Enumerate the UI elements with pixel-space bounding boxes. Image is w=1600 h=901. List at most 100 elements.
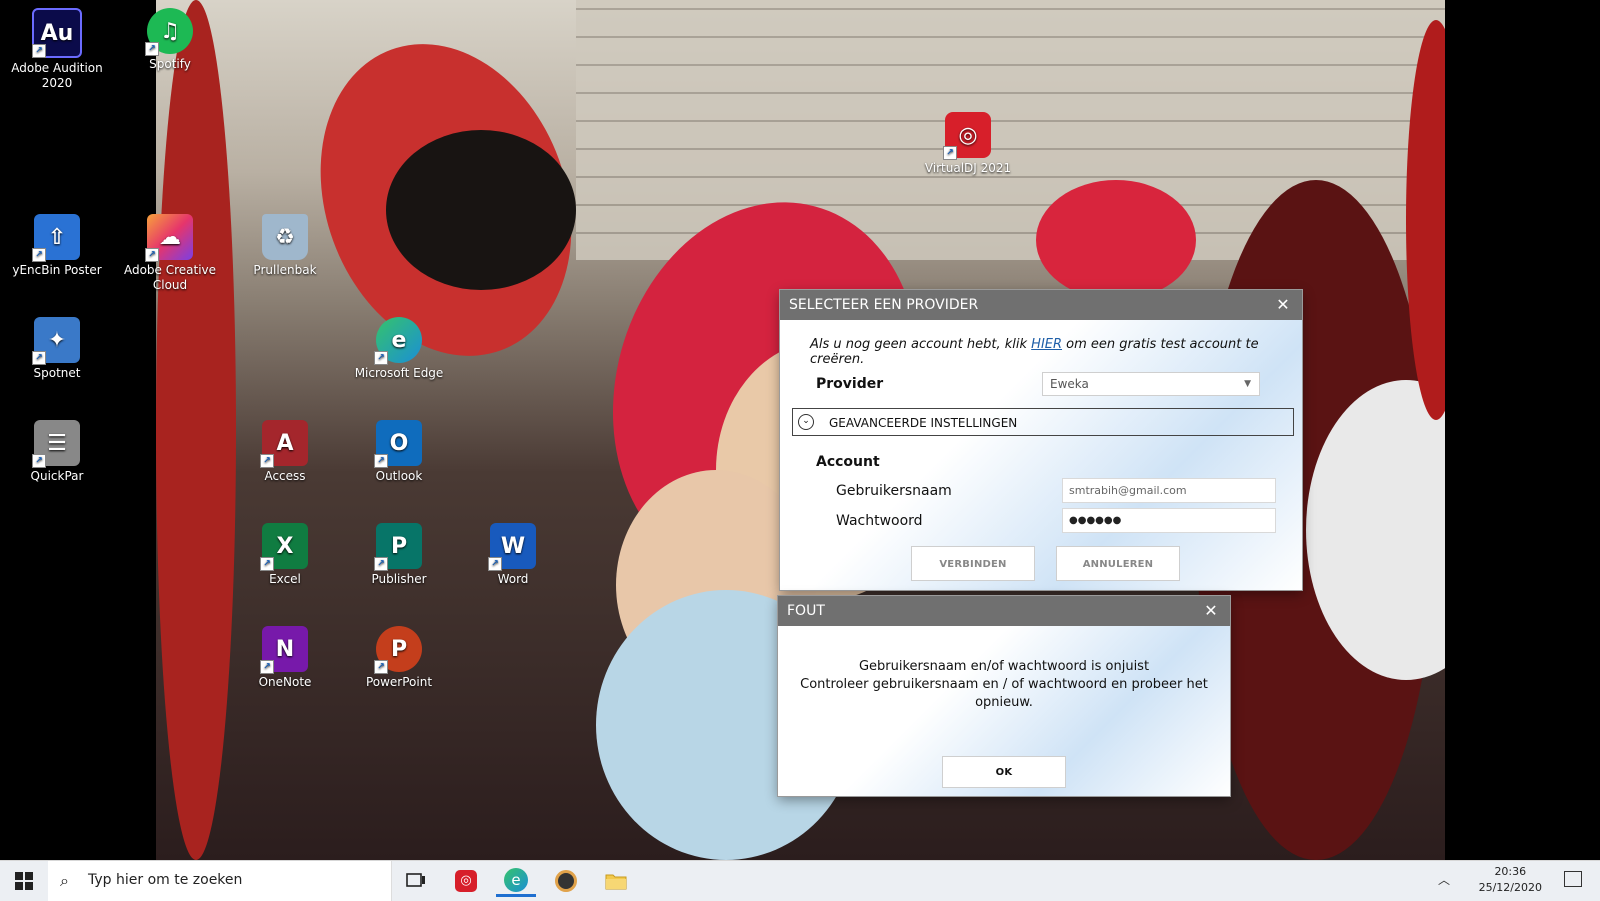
clock-time: 20:36 bbox=[1494, 865, 1527, 878]
taskbar-edge-icon[interactable]: e bbox=[496, 865, 536, 897]
taskbar: ⌕ Typ hier om te zoeken ◎ e ︿ 20:36 25/1… bbox=[0, 860, 1600, 901]
access-icon: A ↗ bbox=[260, 420, 308, 468]
password-field[interactable]: ●●●●●● bbox=[1062, 508, 1276, 533]
desktop-icon-spotnet[interactable]: ✦ ↗ Spotnet bbox=[7, 317, 107, 381]
desktop-icon-label: Adobe Creative Cloud bbox=[123, 263, 217, 292]
notification-icon[interactable] bbox=[1564, 871, 1582, 887]
outlook-icon: O ↗ bbox=[374, 420, 422, 468]
desktop-icon-yencbin-poster[interactable]: ⇧ ↗ yEncBin Poster bbox=[7, 214, 107, 278]
adobe-audition-icon: Au ↗ bbox=[32, 8, 82, 58]
connect-button[interactable]: VERBINDEN bbox=[911, 546, 1035, 581]
desktop-icon-powerpoint[interactable]: P ↗ PowerPoint bbox=[349, 626, 449, 690]
advanced-settings-toggle[interactable]: ⌄ GEAVANCEERDE INSTELLINGEN bbox=[792, 408, 1294, 436]
onenote-icon: N ↗ bbox=[260, 626, 308, 674]
provider-dialog: SELECTEER EEN PROVIDER ✕ Als u nog geen … bbox=[780, 290, 1302, 590]
taskbar-media-player-icon[interactable] bbox=[546, 865, 586, 897]
error-message: Gebruikersnaam en/of wachtwoord is onjui… bbox=[798, 658, 1210, 712]
username-label: Gebruikersnaam bbox=[836, 483, 952, 499]
desktop-icon-label: Outlook bbox=[375, 469, 423, 483]
provider-dialog-titlebar[interactable]: SELECTEER EEN PROVIDER ✕ bbox=[780, 290, 1302, 320]
windows-logo-icon bbox=[15, 872, 33, 890]
chevron-down-circle-icon: ⌄ bbox=[798, 414, 814, 430]
desktop-icon-label: VirtualDJ 2021 bbox=[924, 161, 1012, 175]
publisher-icon: P ↗ bbox=[374, 523, 422, 571]
desktop-icon-label: Spotify bbox=[149, 57, 191, 71]
taskbar-clock[interactable]: 20:36 25/12/2020 bbox=[1479, 864, 1542, 896]
desktop-icon-label: Microsoft Edge bbox=[354, 366, 444, 380]
desktop-icon-label: Spotnet bbox=[33, 366, 81, 380]
desktop-icon-virtualdj[interactable]: ◎ ↗ VirtualDJ 2021 bbox=[918, 112, 1018, 176]
account-section-title: Account bbox=[816, 454, 880, 470]
provider-select[interactable]: Eweka ▼ bbox=[1042, 372, 1260, 396]
create-account-link[interactable]: HIER bbox=[1031, 337, 1062, 352]
desktop-icon-adobe-creative-cloud[interactable]: ☁ ↗ Adobe Creative Cloud bbox=[120, 214, 220, 293]
desktop-icon-adobe-audition[interactable]: Au ↗ Adobe Audition 2020 bbox=[7, 8, 107, 91]
desktop-icon-label: Excel bbox=[269, 572, 301, 586]
intro-text: Als u nog geen account hebt, klik HIER o… bbox=[810, 337, 1302, 367]
wallpaper-shape bbox=[386, 130, 576, 290]
taskbar-virtualdj-icon[interactable]: ◎ bbox=[446, 865, 486, 897]
desktop-icon-label: QuickPar bbox=[30, 469, 84, 483]
spotnet-icon: ✦ ↗ bbox=[32, 317, 80, 365]
provider-dialog-title: SELECTEER EEN PROVIDER bbox=[789, 297, 979, 313]
powerpoint-icon: P ↗ bbox=[374, 626, 422, 674]
quickpar-icon: ☰ ↗ bbox=[32, 420, 80, 468]
error-message-line1: Gebruikersnaam en/of wachtwoord is onjui… bbox=[858, 659, 1150, 674]
desktop-icon-label: PowerPoint bbox=[365, 675, 433, 689]
start-button[interactable] bbox=[0, 861, 48, 901]
intro-text-before: Als u nog geen account hebt, klik bbox=[810, 337, 1032, 352]
word-icon: W ↗ bbox=[488, 523, 536, 571]
error-dialog-title: FOUT bbox=[787, 603, 825, 619]
desktop-icon-spotify[interactable]: ♫ ↗ Spotify bbox=[120, 8, 220, 72]
search-icon: ⌕ bbox=[60, 871, 69, 890]
desktop-icon-label: Publisher bbox=[371, 572, 427, 586]
desktop-icon-onenote[interactable]: N ↗ OneNote bbox=[235, 626, 335, 690]
task-view-glyph bbox=[406, 873, 425, 887]
edge-logo: e bbox=[504, 867, 528, 892]
yencbin-poster-icon: ⇧ ↗ bbox=[32, 214, 80, 262]
taskbar-search-box[interactable]: ⌕ Typ hier om te zoeken bbox=[48, 861, 392, 901]
task-view-icon[interactable] bbox=[396, 865, 436, 897]
provider-label: Provider bbox=[816, 376, 884, 392]
desktop-icon-label: OneNote bbox=[258, 675, 312, 689]
desktop-icon-outlook[interactable]: O ↗ Outlook bbox=[349, 420, 449, 484]
chevron-down-icon: ▼ bbox=[1244, 379, 1251, 389]
desktop-icon-microsoft-edge[interactable]: e ↗ Microsoft Edge bbox=[349, 317, 449, 381]
provider-select-value: Eweka bbox=[1050, 377, 1089, 391]
virtualdj-logo: ◎ bbox=[455, 870, 477, 892]
desktop-icon-label: Access bbox=[264, 469, 306, 483]
desktop-icon-label: Word bbox=[497, 572, 529, 586]
ok-button[interactable]: OK bbox=[942, 756, 1066, 788]
password-label: Wachtwoord bbox=[836, 513, 923, 529]
wallpaper-shape bbox=[1036, 180, 1196, 300]
chevron-up-icon[interactable]: ︿ bbox=[1438, 871, 1450, 888]
desktop-icon-excel[interactable]: X ↗ Excel bbox=[235, 523, 335, 587]
desktop-icon-publisher[interactable]: P ↗ Publisher bbox=[349, 523, 449, 587]
wallpaper-shape bbox=[156, 0, 236, 860]
folder-icon bbox=[605, 874, 627, 890]
edge-icon: e ↗ bbox=[374, 317, 422, 365]
advanced-settings-label: GEAVANCEERDE INSTELLINGEN bbox=[829, 416, 1018, 430]
creative-cloud-icon: ☁ ↗ bbox=[145, 214, 193, 262]
excel-icon: X ↗ bbox=[260, 523, 308, 571]
desktop-icon-word[interactable]: W ↗ Word bbox=[463, 523, 563, 587]
desktop-icon-access[interactable]: A ↗ Access bbox=[235, 420, 335, 484]
desktop-icon-label: yEncBin Poster bbox=[12, 263, 102, 277]
cancel-button[interactable]: ANNULEREN bbox=[1056, 546, 1180, 581]
desktop-icon-prullenbak[interactable]: ♻ Prullenbak bbox=[235, 214, 335, 278]
username-field[interactable]: smtrabih@gmail.com bbox=[1062, 478, 1276, 503]
desktop-icon-label: Prullenbak bbox=[253, 263, 317, 277]
desktop-icon-quickpar[interactable]: ☰ ↗ QuickPar bbox=[7, 420, 107, 484]
clock-date: 25/12/2020 bbox=[1478, 881, 1542, 894]
taskbar-file-explorer-icon[interactable] bbox=[596, 865, 636, 897]
desktop-icon-label: Adobe Audition 2020 bbox=[11, 61, 103, 90]
error-dialog: FOUT ✕ Gebruikersnaam en/of wachtwoord i… bbox=[778, 596, 1230, 796]
close-icon[interactable]: ✕ bbox=[1202, 596, 1220, 626]
error-dialog-titlebar[interactable]: FOUT ✕ bbox=[778, 596, 1230, 626]
disc-icon bbox=[555, 870, 577, 892]
error-message-line2: Controleer gebruikersnaam en / of wachtw… bbox=[800, 677, 1208, 710]
spotify-icon: ♫ ↗ bbox=[145, 8, 193, 56]
close-icon[interactable]: ✕ bbox=[1274, 290, 1292, 320]
recycle-bin-icon: ♻ bbox=[262, 214, 308, 260]
search-placeholder: Typ hier om te zoeken bbox=[88, 872, 243, 888]
